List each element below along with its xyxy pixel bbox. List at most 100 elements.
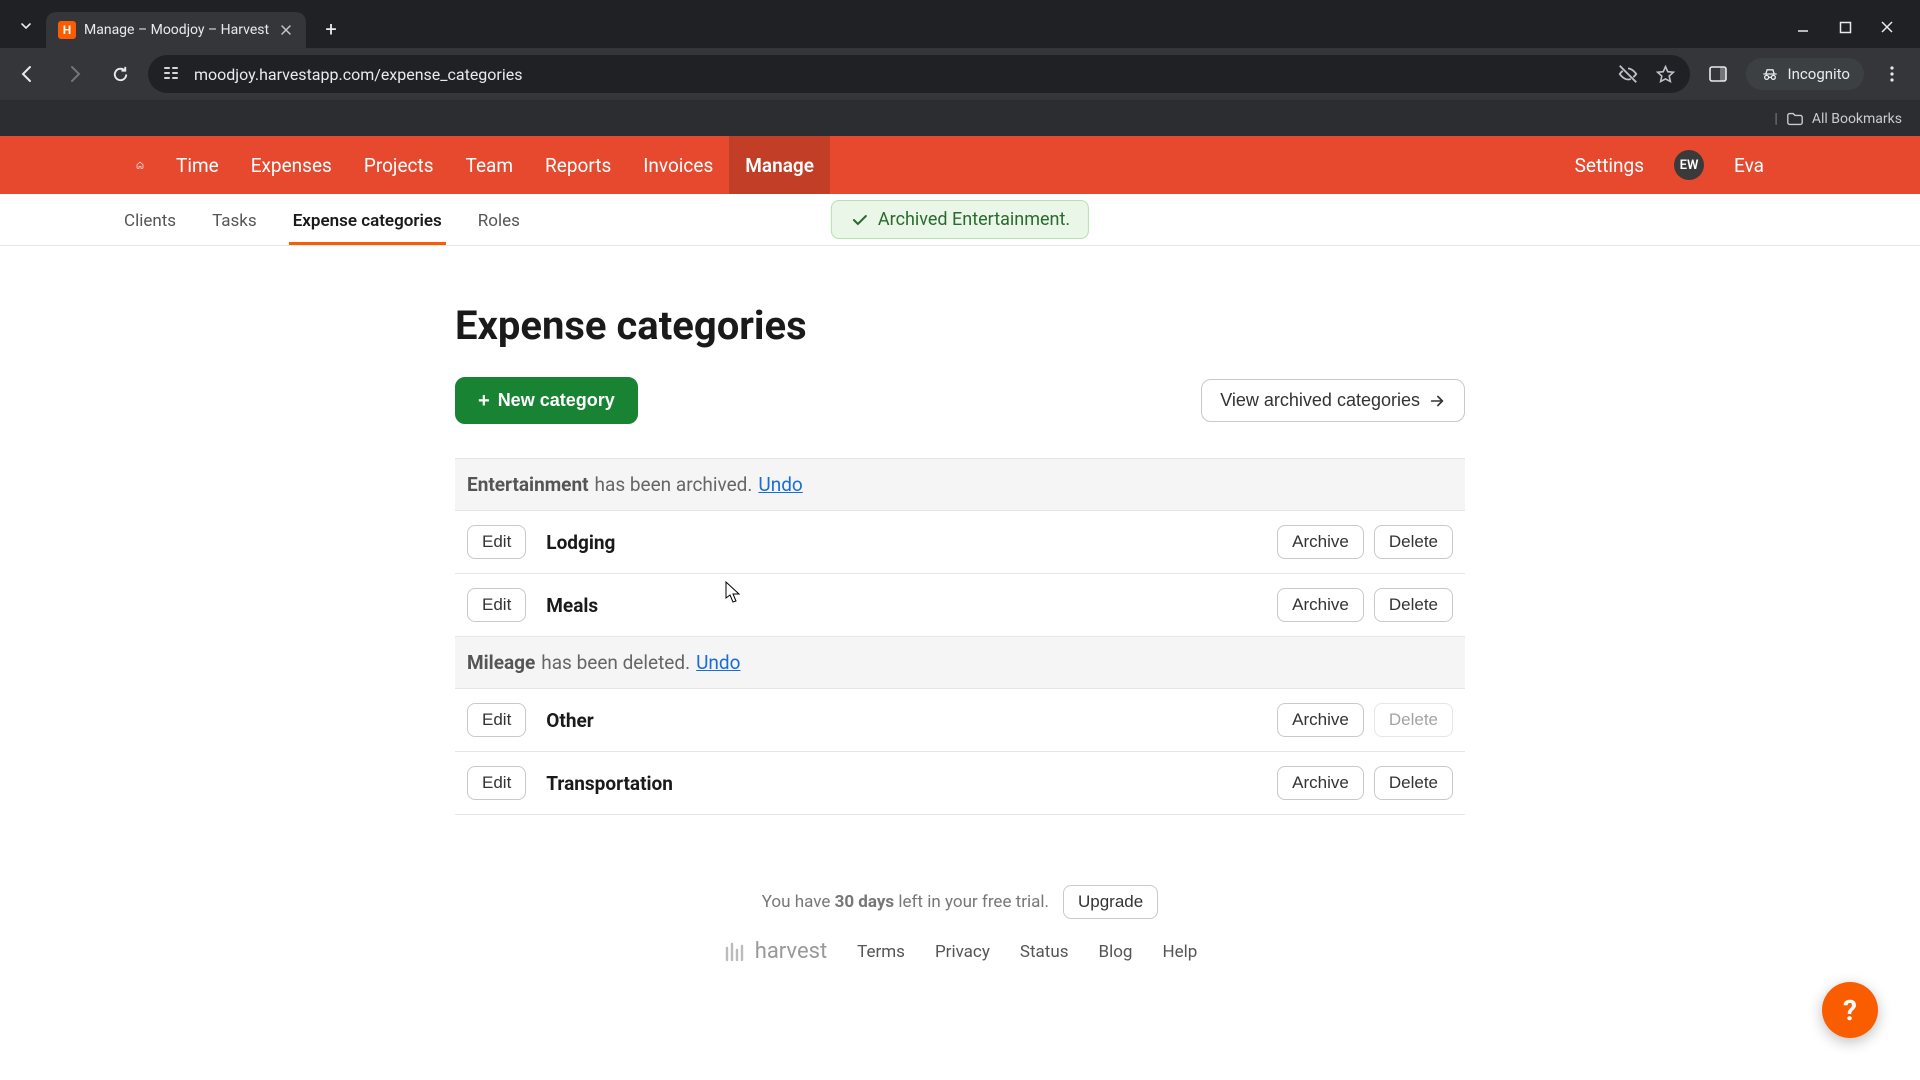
toast: Archived Entertainment. [831, 200, 1089, 239]
browser-tab[interactable]: H Manage – Moodjoy – Harvest [46, 12, 306, 48]
side-panel-button[interactable] [1700, 56, 1736, 92]
minimize-button[interactable] [1794, 18, 1812, 36]
footer-privacy[interactable]: Privacy [935, 942, 990, 962]
new-category-label: New category [498, 390, 615, 411]
undo-link[interactable]: Undo [696, 651, 740, 674]
subnav-clients[interactable]: Clients [120, 211, 180, 245]
help-fab[interactable]: ? [1822, 982, 1878, 1038]
list-item: Edit Transportation Archive Delete [455, 752, 1465, 815]
footer-blog[interactable]: Blog [1098, 942, 1132, 962]
edit-button[interactable]: Edit [467, 588, 526, 622]
question-icon: ? [1843, 994, 1857, 1027]
nav-invoices[interactable]: Invoices [627, 136, 729, 194]
nav-settings[interactable]: Settings [1559, 136, 1660, 194]
arrow-right-icon [1428, 392, 1446, 410]
plus-icon: + [478, 391, 490, 411]
nav-expenses[interactable]: Expenses [235, 136, 348, 194]
footer-help[interactable]: Help [1162, 942, 1197, 962]
delete-button[interactable]: Delete [1374, 766, 1453, 800]
trial-banner: You have 30 days left in your free trial… [762, 885, 1158, 919]
edit-button[interactable]: Edit [467, 766, 526, 800]
incognito-label: Incognito [1788, 65, 1850, 83]
brand-text: harvest [755, 939, 827, 964]
category-list: Entertainment has been archived. Undo Ed… [455, 458, 1465, 815]
bookmarks-bar: | All Bookmarks [0, 100, 1920, 136]
tab-strip: H Manage – Moodjoy – Harvest + [8, 0, 346, 48]
trial-suffix: left in your free trial. [894, 892, 1049, 912]
nav-home[interactable] [120, 136, 160, 194]
back-button[interactable] [10, 56, 46, 92]
browser-chrome: H Manage – Moodjoy – Harvest + [0, 0, 1920, 136]
chrome-menu-button[interactable] [1874, 56, 1910, 92]
category-name: Lodging [546, 531, 615, 554]
edit-button[interactable]: Edit [467, 525, 526, 559]
list-item: Edit Other Archive Delete [455, 689, 1465, 752]
footer-links: harvest Terms Privacy Status Blog Help [723, 939, 1198, 964]
tab-title: Manage – Moodjoy – Harvest [84, 22, 270, 38]
address-bar-actions [1617, 63, 1676, 85]
bookmark-star-icon[interactable] [1655, 64, 1676, 85]
forward-button[interactable] [56, 56, 92, 92]
titlebar: H Manage – Moodjoy – Harvest + [0, 0, 1920, 48]
nav-team[interactable]: Team [450, 136, 530, 194]
archive-button[interactable]: Archive [1277, 703, 1364, 737]
category-name: Other [546, 709, 593, 732]
list-notice-deleted: Mileage has been deleted. Undo [455, 637, 1465, 689]
window-controls [1794, 18, 1912, 48]
incognito-chip[interactable]: Incognito [1746, 58, 1864, 90]
toast-text: Archived Entertainment. [878, 209, 1070, 230]
view-archived-label: View archived categories [1220, 390, 1420, 411]
delete-button[interactable]: Delete [1374, 588, 1453, 622]
harvest-logo: harvest [723, 939, 827, 964]
category-name: Transportation [546, 772, 673, 795]
footer-status[interactable]: Status [1020, 942, 1069, 962]
list-item: Edit Meals Archive Delete [455, 574, 1465, 637]
nav-manage[interactable]: Manage [729, 136, 830, 194]
all-bookmarks-link[interactable]: All Bookmarks [1812, 111, 1902, 127]
footer-terms[interactable]: Terms [857, 942, 905, 962]
site-settings-icon[interactable] [162, 64, 182, 84]
trial-days: 30 days [835, 892, 895, 912]
undo-link[interactable]: Undo [758, 473, 802, 496]
incognito-icon [1760, 64, 1780, 84]
avatar[interactable]: EW [1674, 150, 1704, 180]
subnav-tasks[interactable]: Tasks [208, 211, 261, 245]
page: Expense categories + New category View a… [445, 302, 1475, 964]
close-window-button[interactable] [1878, 18, 1896, 36]
tab-search-button[interactable] [10, 10, 42, 42]
delete-button[interactable]: Delete [1374, 525, 1453, 559]
nav-time[interactable]: Time [160, 136, 235, 194]
address-bar[interactable]: moodjoy.harvestapp.com/expense_categorie… [148, 55, 1690, 93]
trial-prefix: You have [762, 892, 835, 912]
harvest-logo-icon [723, 940, 747, 964]
reload-button[interactable] [102, 56, 138, 92]
favicon-icon: H [58, 21, 76, 39]
nav-projects[interactable]: Projects [348, 136, 450, 194]
eye-off-icon[interactable] [1617, 63, 1639, 85]
archive-button[interactable]: Archive [1277, 525, 1364, 559]
view-archived-button[interactable]: View archived categories [1201, 379, 1465, 422]
url-text: moodjoy.harvestapp.com/expense_categorie… [194, 65, 522, 84]
maximize-button[interactable] [1836, 18, 1854, 36]
action-row: + New category View archived categories [455, 377, 1465, 424]
tab-close-button[interactable] [278, 22, 294, 38]
check-icon [850, 210, 870, 230]
category-name: Meals [546, 594, 598, 617]
notice-name: Entertainment [467, 473, 589, 496]
delete-button: Delete [1374, 703, 1453, 737]
new-tab-button[interactable]: + [316, 14, 346, 44]
new-category-button[interactable]: + New category [455, 377, 638, 424]
upgrade-button[interactable]: Upgrade [1063, 885, 1158, 919]
notice-name: Mileage [467, 651, 535, 674]
nav-reports[interactable]: Reports [529, 136, 627, 194]
subnav-roles[interactable]: Roles [474, 211, 524, 245]
home-icon [136, 154, 144, 176]
edit-button[interactable]: Edit [467, 703, 526, 737]
archive-button[interactable]: Archive [1277, 766, 1364, 800]
subnav-expense-categories[interactable]: Expense categories [289, 211, 446, 245]
notice-msg: has been deleted. [541, 651, 690, 674]
list-notice-archived: Entertainment has been archived. Undo [455, 459, 1465, 511]
archive-button[interactable]: Archive [1277, 588, 1364, 622]
notice-msg: has been archived. [595, 473, 753, 496]
nav-user-name[interactable]: Eva [1718, 136, 1780, 194]
